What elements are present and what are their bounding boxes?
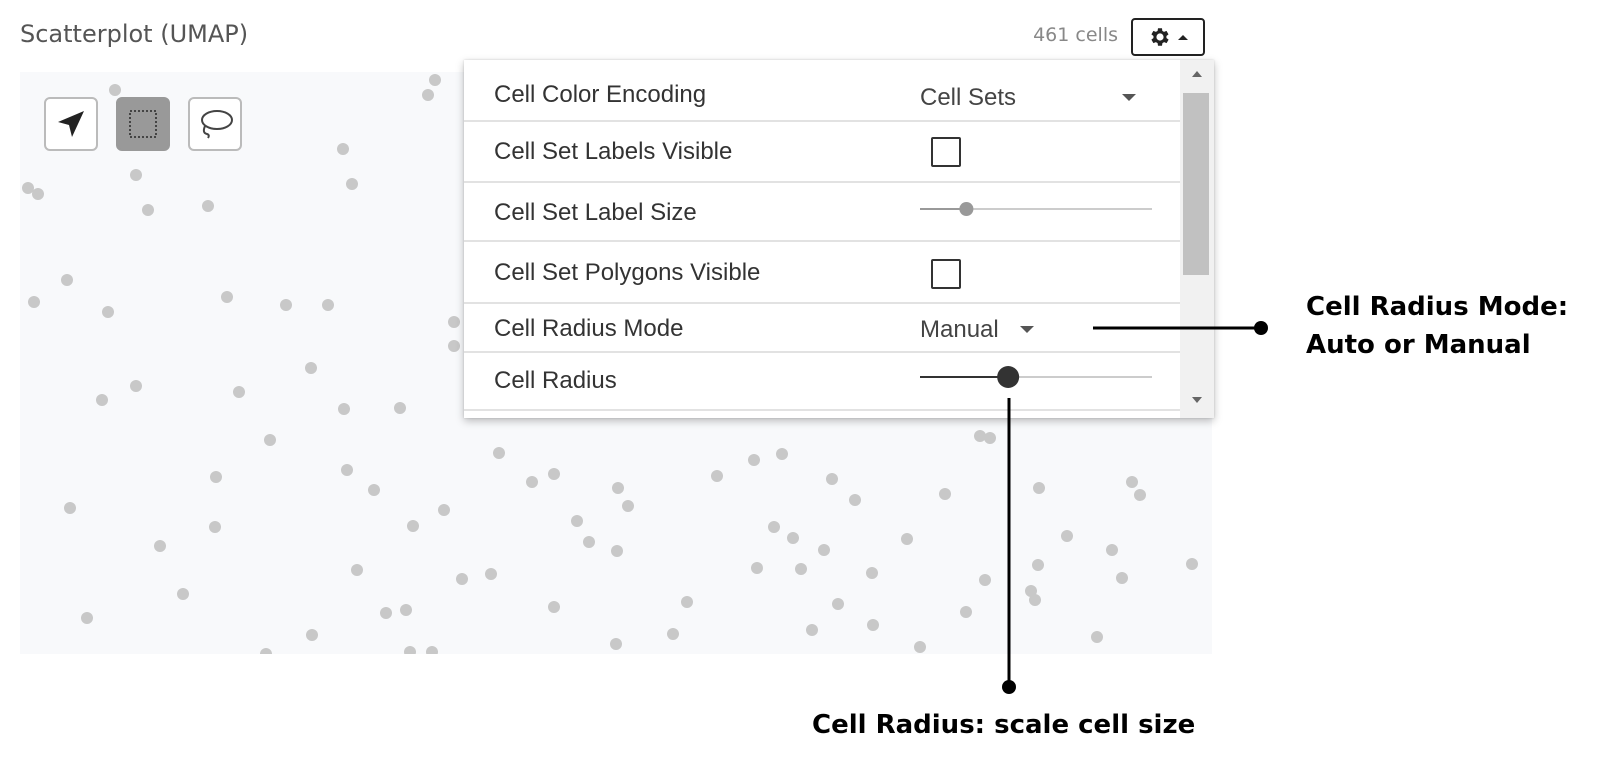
radius-mode-annotation-line1: Cell Radius Mode:	[1306, 292, 1569, 322]
radius-callout-dot	[1002, 680, 1016, 694]
radius-mode-annotation-line2: Auto or Manual	[1306, 330, 1531, 360]
radius-mode-callout-dot	[1254, 321, 1268, 335]
scatterplot-view: Scatterplot (UMAP) 461 cells Cell Color …	[0, 0, 1600, 779]
annotation-callouts	[1002, 321, 1268, 694]
radius-mode-annotation: Cell Radius Mode: Auto or Manual	[1306, 288, 1568, 364]
radius-annotation: Cell Radius: scale cell size	[812, 710, 1196, 740]
